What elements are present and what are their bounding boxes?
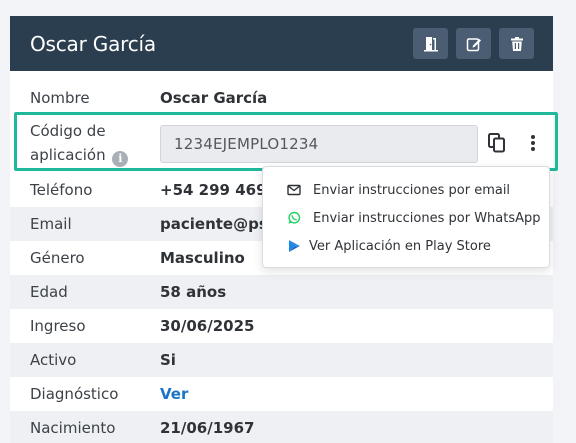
info-icon[interactable]: i xyxy=(112,151,129,167)
edit-button[interactable] xyxy=(456,28,491,59)
value-telefono: +54 299 469- xyxy=(160,181,273,199)
kebab-dot xyxy=(531,135,535,139)
label-activo: Activo xyxy=(30,351,77,369)
label-genero: Género xyxy=(30,249,85,267)
menu-item-send-email[interactable]: Enviar instrucciones por email xyxy=(263,176,549,204)
envelope-icon xyxy=(287,183,301,197)
label-edad: Edad xyxy=(30,283,68,301)
more-options-button[interactable] xyxy=(526,133,540,153)
menu-item-play-store[interactable]: Ver Aplicación en Play Store xyxy=(263,232,549,260)
row-codigo-aplicacion: Código de aplicación i 1234EJEMPLO1234 xyxy=(10,115,553,173)
value-activo: Si xyxy=(160,351,176,369)
label-nombre: Nombre xyxy=(30,89,90,107)
label-codigo-aplicacion: Código de aplicación i xyxy=(30,119,129,167)
edit-icon xyxy=(466,37,481,51)
label-ingreso: Ingreso xyxy=(30,317,86,335)
trash-icon xyxy=(510,36,523,51)
play-store-icon xyxy=(287,239,301,253)
label-codigo-line2: aplicación xyxy=(30,146,106,164)
value-nacimiento: 21/06/1967 xyxy=(160,419,255,437)
value-nombre: Oscar García xyxy=(160,89,268,107)
label-codigo-line1: Código de xyxy=(30,122,106,140)
label-telefono: Teléfono xyxy=(30,181,93,199)
menu-item-label: Enviar instrucciones por WhatsApp xyxy=(313,210,541,226)
kebab-dot xyxy=(531,141,535,145)
row-ingreso: Ingreso 30/06/2025 xyxy=(10,309,553,343)
whatsapp-icon xyxy=(287,211,301,225)
row-nombre: Nombre Oscar García xyxy=(10,81,553,115)
label-email: Email xyxy=(30,215,72,233)
app-code-field[interactable]: 1234EJEMPLO1234 xyxy=(160,125,478,163)
patient-name-title: Oscar García xyxy=(30,31,156,56)
menu-item-label: Ver Aplicación en Play Store xyxy=(309,238,491,254)
label-diagnostico: Diagnóstico xyxy=(30,385,119,403)
row-nacimiento: Nacimiento 21/06/1967 xyxy=(10,411,553,443)
kebab-dot xyxy=(531,147,535,151)
discharge-button[interactable] xyxy=(413,28,448,59)
door-exit-icon xyxy=(423,36,438,51)
menu-item-label: Enviar instrucciones por email xyxy=(313,182,511,198)
app-options-menu: Enviar instrucciones por email Enviar in… xyxy=(262,166,550,268)
label-nacimiento: Nacimiento xyxy=(30,419,116,437)
delete-button[interactable] xyxy=(499,28,534,59)
value-genero: Masculino xyxy=(160,249,245,267)
value-edad: 58 años xyxy=(160,283,227,301)
menu-item-send-whatsapp[interactable]: Enviar instrucciones por WhatsApp xyxy=(263,204,549,232)
copy-icon[interactable] xyxy=(488,133,506,153)
value-ingreso: 30/06/2025 xyxy=(160,317,255,335)
row-edad: Edad 58 años xyxy=(10,275,553,309)
header-actions xyxy=(413,28,534,59)
diagnostico-link[interactable]: Ver xyxy=(160,385,188,403)
row-diagnostico: Diagnóstico Ver xyxy=(10,377,553,411)
card-header: Oscar García xyxy=(10,16,553,71)
row-activo: Activo Si xyxy=(10,343,553,377)
